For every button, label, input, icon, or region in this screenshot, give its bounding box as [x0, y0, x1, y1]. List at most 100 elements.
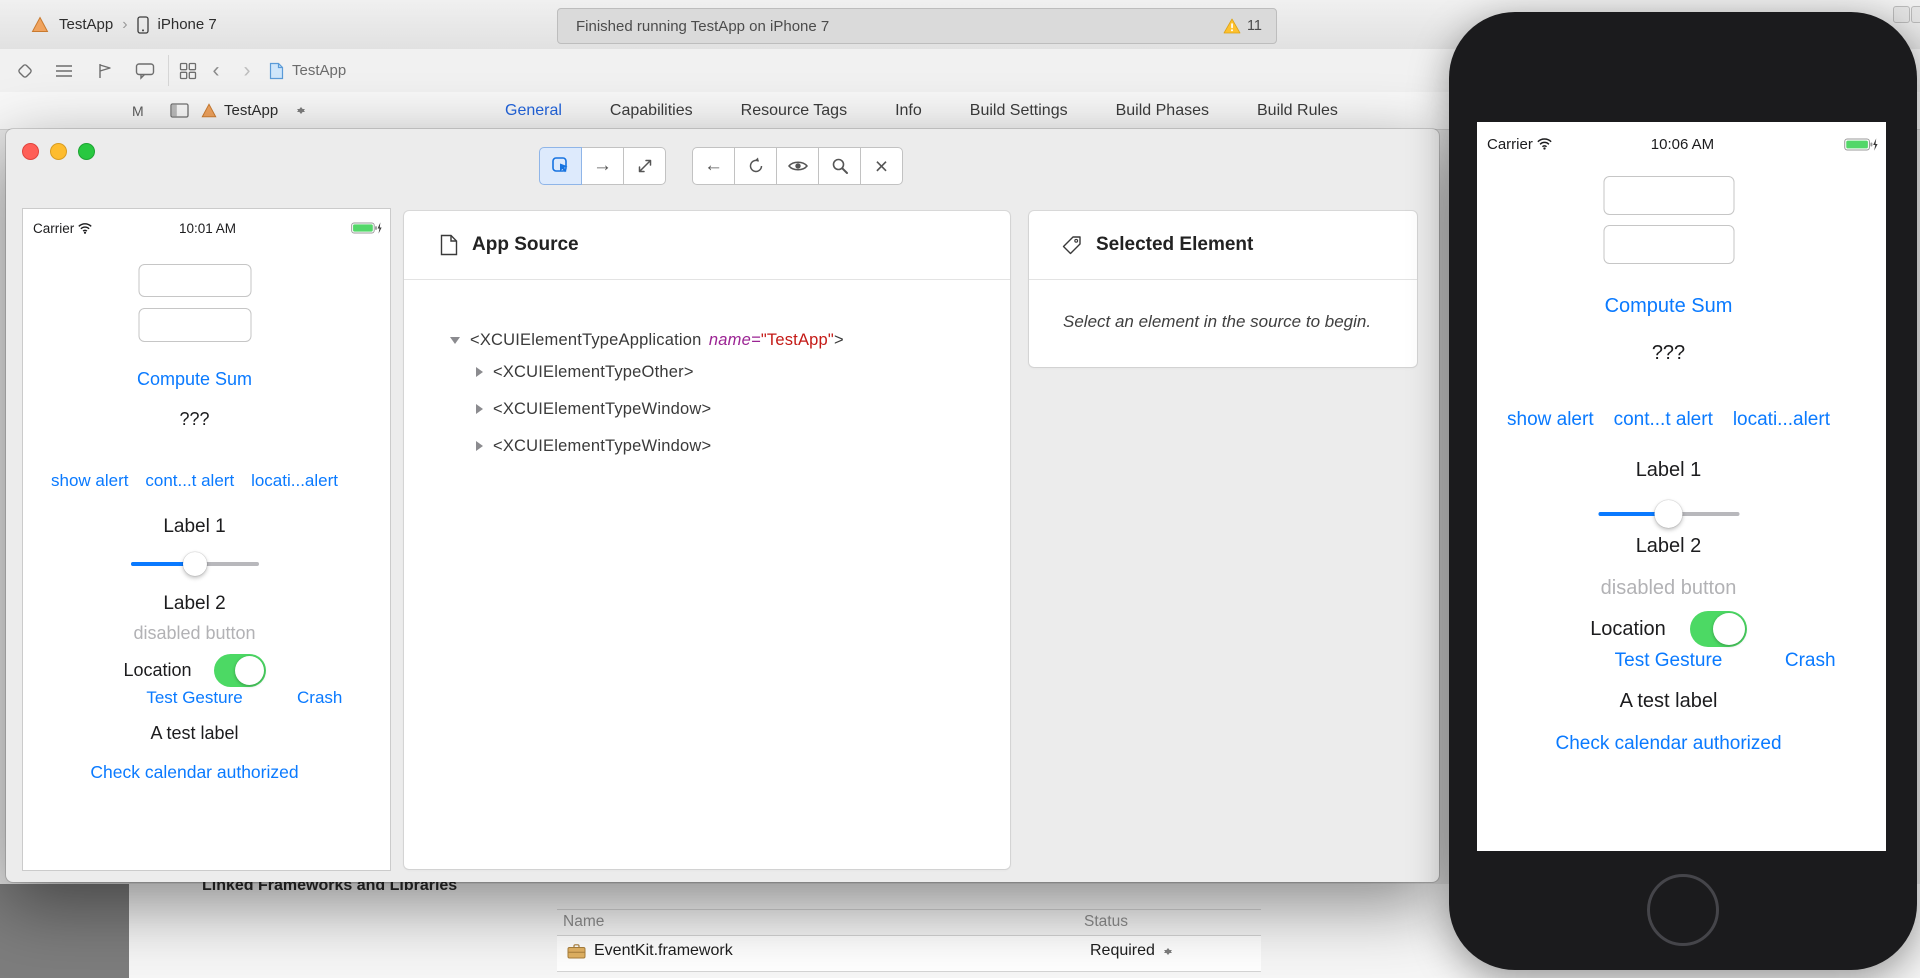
- window-controls: [22, 143, 95, 160]
- back-button[interactable]: ←: [692, 147, 735, 185]
- session-tool-group: ← ×: [692, 147, 903, 185]
- location-toggle[interactable]: [214, 654, 266, 687]
- expand-tool-button[interactable]: [623, 147, 666, 185]
- disabled-button: disabled button: [1477, 577, 1860, 600]
- disclosure-triangle-icon[interactable]: [476, 404, 483, 414]
- jump-bar-project[interactable]: TestApp: [224, 92, 278, 129]
- close-icon: ×: [875, 153, 888, 180]
- location-alert-button[interactable]: locati...alert: [1733, 409, 1830, 431]
- preview-eye-button[interactable]: [776, 147, 819, 185]
- app-source-panel: App Source <XCUIElementTypeApplicationna…: [404, 211, 1010, 869]
- test-gesture-button[interactable]: Test Gesture: [1615, 650, 1723, 672]
- xml-tag: <XCUIElementTypeWindow>: [493, 400, 711, 419]
- iphone-simulator: Carrier 10:06 AM Compute Sum ??? show al…: [1449, 12, 1917, 970]
- slider-thumb[interactable]: [183, 552, 207, 576]
- warning-count: 11: [1247, 18, 1262, 34]
- tree-node-window-2[interactable]: <XCUIElementTypeWindow>: [404, 433, 1010, 459]
- crash-button[interactable]: Crash: [297, 688, 342, 708]
- app-source-header: App Source: [404, 211, 1010, 280]
- slider[interactable]: [1598, 500, 1739, 528]
- slider-thumb[interactable]: [1655, 500, 1683, 528]
- editor-tab-build-rules[interactable]: Build Rules: [1257, 102, 1338, 120]
- forward-navigation-icon[interactable]: ›: [237, 49, 257, 92]
- tag-icon: [1061, 235, 1082, 256]
- xml-tag: >: [834, 331, 844, 350]
- compute-sum-button[interactable]: Compute Sum: [1477, 295, 1860, 318]
- show-alert-button[interactable]: show alert: [1507, 409, 1594, 431]
- file-tab-icon: [264, 49, 288, 92]
- location-toggle[interactable]: [1690, 611, 1747, 647]
- editor-tab-resource-tags[interactable]: Resource Tags: [741, 102, 847, 120]
- jump-bar-stepper[interactable]: [296, 92, 306, 129]
- battery-icon: [351, 221, 382, 235]
- refresh-button[interactable]: [734, 147, 777, 185]
- select-element-button[interactable]: [539, 147, 582, 185]
- label-2: Label 2: [23, 593, 366, 615]
- editor-tab-info[interactable]: Info: [895, 102, 922, 120]
- device-icon: [137, 16, 149, 34]
- jump-project-label: TestApp: [224, 102, 278, 119]
- text-field-1[interactable]: [138, 264, 251, 297]
- table-divider: [557, 909, 1261, 910]
- wifi-icon: [1537, 138, 1552, 150]
- activity-viewer[interactable]: Finished running TestApp on iPhone 7 11: [557, 8, 1277, 44]
- close-session-button[interactable]: ×: [860, 147, 903, 185]
- zoom-window-button[interactable]: [78, 143, 95, 160]
- scheme-device: iPhone 7: [158, 16, 217, 33]
- content-alert-button[interactable]: cont...t alert: [145, 471, 234, 491]
- test-label: A test label: [23, 723, 366, 744]
- editor-tab-general[interactable]: General: [505, 102, 562, 120]
- framework-status-cell[interactable]: Required: [1090, 942, 1173, 960]
- editor-tab-build-phases[interactable]: Build Phases: [1116, 102, 1209, 120]
- battery-icon: [1844, 137, 1878, 152]
- text-field-2[interactable]: [1603, 225, 1734, 264]
- carrier-label: Carrier: [1487, 136, 1533, 153]
- disclosure-triangle-icon[interactable]: [450, 337, 460, 344]
- warning-indicator[interactable]: 11: [1223, 18, 1262, 34]
- tab-overview-icon[interactable]: [175, 49, 201, 92]
- chevron-left-icon: ‹: [213, 60, 220, 81]
- scheme-selector[interactable]: TestApp › iPhone 7: [30, 0, 217, 49]
- move-tool-button[interactable]: →: [581, 147, 624, 185]
- location-alert-button[interactable]: locati...alert: [251, 471, 338, 491]
- tab-testapp[interactable]: TestApp: [292, 49, 346, 92]
- slider[interactable]: [131, 552, 259, 576]
- compute-sum-button[interactable]: Compute Sum: [23, 369, 366, 390]
- check-calendar-button[interactable]: Check calendar authorized: [23, 762, 366, 783]
- show-alert-button[interactable]: show alert: [51, 471, 128, 491]
- chevron-right-icon: ›: [244, 60, 251, 81]
- framework-name-cell: EventKit.framework: [567, 942, 733, 960]
- editor-tab-build-settings[interactable]: Build Settings: [970, 102, 1068, 120]
- minimize-window-button[interactable]: [50, 143, 67, 160]
- editor-tab-capabilities[interactable]: Capabilities: [610, 102, 693, 120]
- list-icon[interactable]: [51, 49, 77, 92]
- flag-icon[interactable]: [92, 49, 118, 92]
- zoom-search-button[interactable]: [818, 147, 861, 185]
- divider: [168, 55, 169, 86]
- related-items-icon[interactable]: [12, 49, 38, 92]
- check-calendar-button[interactable]: Check calendar authorized: [1477, 733, 1860, 755]
- comment-bubble-icon[interactable]: [132, 49, 158, 92]
- editor-pane-icon[interactable]: [170, 92, 189, 129]
- disclosure-triangle-icon[interactable]: [476, 441, 483, 451]
- disclosure-triangle-icon[interactable]: [476, 367, 483, 377]
- home-button[interactable]: [1647, 874, 1719, 946]
- tree-node-other[interactable]: <XCUIElementTypeOther>: [404, 359, 1010, 385]
- arrow-right-icon: →: [593, 155, 612, 177]
- app-icon: [30, 15, 50, 35]
- result-label: ???: [1477, 342, 1860, 365]
- text-field-1[interactable]: [1603, 176, 1734, 215]
- text-field-2[interactable]: [138, 308, 251, 342]
- close-window-button[interactable]: [22, 143, 39, 160]
- column-header-name: Name: [563, 913, 604, 931]
- back-navigation-icon[interactable]: ‹: [206, 49, 226, 92]
- label-1: Label 1: [1477, 459, 1860, 482]
- test-gesture-button[interactable]: Test Gesture: [146, 688, 242, 708]
- chevron-right-icon: ›: [122, 16, 127, 34]
- device-preview-panel: Carrier 10:01 AM Compute Sum ??? show al…: [22, 208, 391, 871]
- column-header-status: Status: [1084, 913, 1128, 931]
- crash-button[interactable]: Crash: [1785, 650, 1836, 672]
- content-alert-button[interactable]: cont...t alert: [1614, 409, 1713, 431]
- tree-node-window-1[interactable]: <XCUIElementTypeWindow>: [404, 396, 1010, 422]
- tree-node-application[interactable]: <XCUIElementTypeApplicationname="TestApp…: [404, 327, 1010, 353]
